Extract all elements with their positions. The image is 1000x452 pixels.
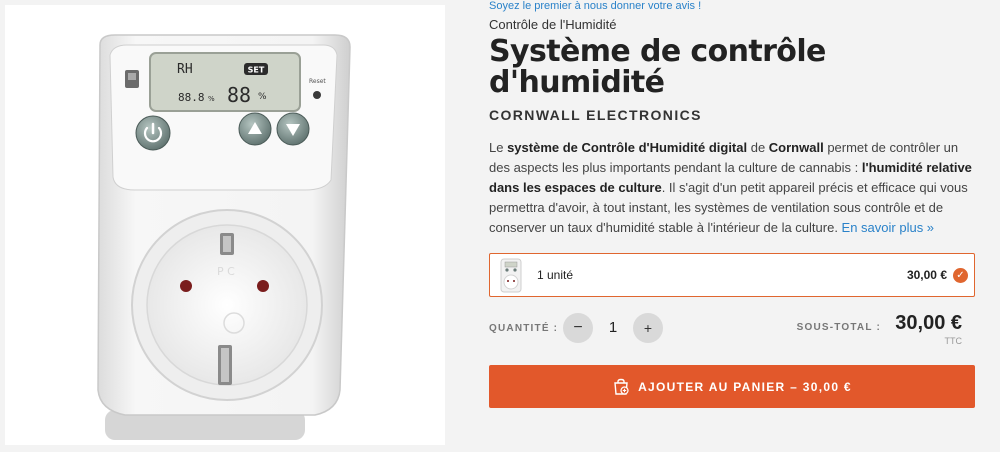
subtotal-tax-note: TTC <box>944 336 963 346</box>
review-link[interactable]: Soyez le premier à nous donner votre avi… <box>489 0 701 13</box>
desc-text: de <box>747 140 769 155</box>
reset-label: Reset <box>309 78 326 85</box>
variant-option-selected[interactable]: 1 unité 30,00 € ✓ <box>489 253 975 297</box>
subtotal-value: 30,00 € <box>895 312 962 334</box>
read-more-link[interactable]: En savoir plus » <box>842 220 935 235</box>
add-to-cart-button[interactable]: AJOUTER AU PANIER – 30,00 € <box>489 365 975 408</box>
product-title: Système de contrôle d'humidité <box>489 34 826 100</box>
brand-name[interactable]: CORNWALL ELECTRONICS <box>489 107 702 123</box>
quantity-decrease-button[interactable]: − <box>563 313 593 343</box>
desc-bold: système de Contrôle d'Humidité digital <box>507 140 748 155</box>
shopping-bag-icon <box>614 378 629 395</box>
variant-price: 30,00 € <box>906 268 947 282</box>
lcd-set-badge: SET <box>248 66 265 75</box>
desc-text: Le <box>489 140 508 155</box>
lcd-small-unit: % <box>208 95 215 103</box>
variant-thumbnail <box>500 258 522 293</box>
lcd-small-reading: 88.8 <box>178 91 205 104</box>
product-description: Le système de Contrôle d'Humidité digita… <box>489 138 975 238</box>
lcd-large-reading: 88 <box>227 83 251 107</box>
lcd-mode-text: RH <box>177 62 193 77</box>
quantity-label: QUANTITÉ : <box>489 323 559 334</box>
lcd-large-unit: % <box>258 92 267 102</box>
quantity-value[interactable]: 1 <box>601 319 625 336</box>
desc-bold: Cornwall <box>768 140 824 155</box>
humidity-controller-photo: RH SET 88.8 % 88 % Reset P C <box>97 34 351 440</box>
socket-mark: P C <box>217 265 235 278</box>
breadcrumb[interactable]: Contrôle de l'Humidité <box>489 17 617 33</box>
check-icon: ✓ <box>953 268 968 283</box>
quantity-increase-button[interactable]: + <box>633 313 663 343</box>
variant-label: 1 unité <box>537 268 574 282</box>
subtotal-label: SOUS-TOTAL : <box>796 322 881 333</box>
product-image[interactable]: RH SET 88.8 % 88 % Reset P C <box>5 5 445 445</box>
add-to-cart-label: AJOUTER AU PANIER – 30,00 € <box>638 379 852 394</box>
